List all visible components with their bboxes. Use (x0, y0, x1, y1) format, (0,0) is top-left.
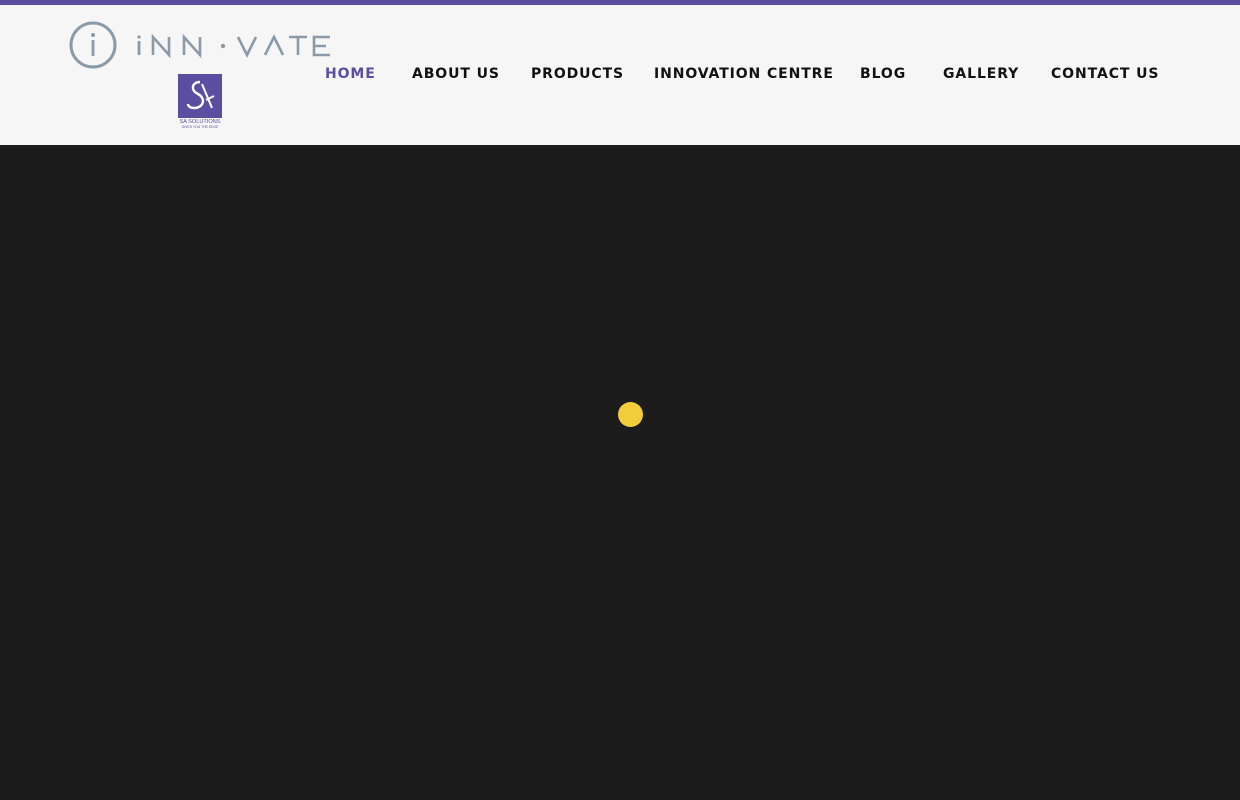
nav-item-gallery[interactable]: GALLERY (943, 65, 1019, 83)
nav-item-products[interactable]: PRODUCTS (531, 65, 624, 83)
innovate-logo[interactable] (68, 20, 333, 70)
nav-item-about-us[interactable]: ABOUT US (412, 65, 500, 83)
nav-item-contact-us[interactable]: CONTACT US (1051, 65, 1159, 83)
nav-item-home[interactable]: HOME (325, 65, 376, 83)
innovate-logo-mark (69, 21, 330, 69)
nav-item-blog[interactable]: BLOG (860, 65, 906, 83)
nav-item-innovation-centre[interactable]: INNOVATION CENTRE (654, 65, 834, 83)
main-navigation: HOME ABOUT US PRODUCTS INNOVATION CENTRE… (0, 65, 1240, 95)
site-header: SA SOLUTIONS GIVES YOU THE EDGE HOME ABO… (0, 5, 1240, 145)
sa-solutions-tagline: GIVES YOU THE EDGE (181, 125, 219, 129)
loading-dot-icon (618, 402, 643, 427)
